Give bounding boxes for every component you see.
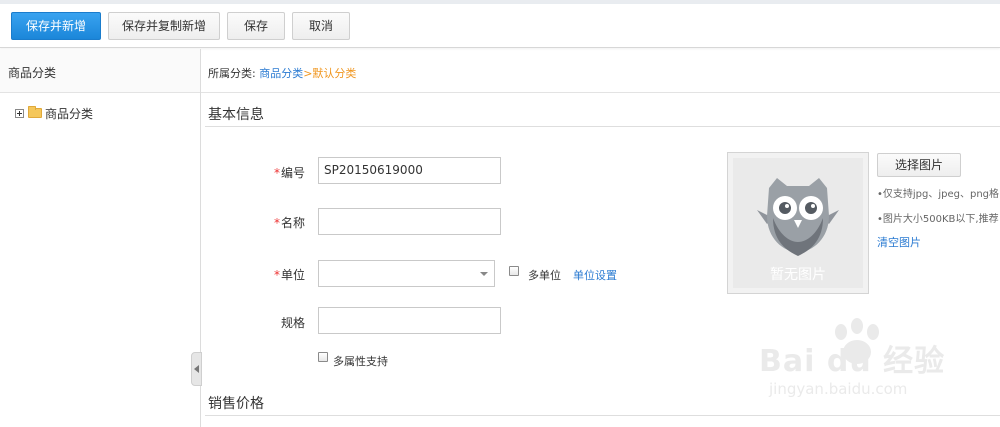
chevron-down-icon[interactable] <box>480 272 488 276</box>
tree-node-label[interactable]: 商品分类 <box>45 105 93 122</box>
code-input[interactable]: SP20150619000 <box>318 157 501 184</box>
required-mark: * <box>273 166 280 180</box>
cancel-button[interactable]: 取消 <box>292 12 350 40</box>
folder-icon <box>28 106 42 118</box>
multi-attribute-label: 多属性支持 <box>333 355 388 368</box>
name-input[interactable] <box>318 208 501 235</box>
code-label-text: 编号 <box>280 166 305 180</box>
plus-square-icon[interactable] <box>15 108 24 118</box>
sidebar-title: 商品分类 <box>8 66 57 80</box>
breadcrumb: 所属分类: 商品分类>默认分类 <box>201 49 1000 93</box>
unit-label-text: 单位 <box>280 268 305 282</box>
breadcrumb-link-goods-category[interactable]: 商品分类 <box>259 67 303 80</box>
sidebar-header: 商品分类 <box>0 49 200 93</box>
multi-unit-checkbox[interactable] <box>509 266 519 276</box>
select-image-button[interactable]: 选择图片 <box>877 153 961 177</box>
spec-label: 规格 <box>280 316 305 330</box>
category-sidebar: 商品分类 商品分类 <box>0 49 201 427</box>
save-button[interactable]: 保存 <box>227 12 285 40</box>
breadcrumb-prefix: 所属分类: <box>208 67 260 80</box>
save-and-new-button[interactable]: 保存并新增 <box>11 12 101 40</box>
name-label: *名称 <box>245 214 305 231</box>
unit-settings-link[interactable]: 单位设置 <box>573 267 617 283</box>
unit-label: *单位 <box>245 266 305 283</box>
baidu-jingyan-watermark: Bai du 经验 jingyan.baidu.com <box>757 318 997 406</box>
watermark-url: jingyan.baidu.com <box>769 380 908 398</box>
no-image-text: 暂无图片 <box>770 267 826 283</box>
required-mark: * <box>273 216 280 230</box>
image-size-hint: •图片大小500KB以下,推荐 <box>877 214 999 225</box>
section-title-basic-info: 基本信息 <box>208 107 264 123</box>
image-format-hint: •仅支持jpg、jpeg、png格 <box>877 189 1000 200</box>
product-image-box[interactable]: 暂无图片 <box>727 152 869 294</box>
clear-image-link[interactable]: 清空图片 <box>877 234 921 250</box>
section-title-sales-price: 销售价格 <box>208 396 264 412</box>
unit-select[interactable] <box>318 260 495 287</box>
section-divider <box>205 415 1000 416</box>
watermark-main-text: Bai du 经验 <box>759 344 946 379</box>
required-mark: * <box>273 268 280 282</box>
save-copy-and-new-button[interactable]: 保存并复制新增 <box>108 12 220 40</box>
toolbar: 保存并新增 保存并复制新增 保存 取消 <box>0 4 1000 48</box>
name-label-text: 名称 <box>280 216 305 230</box>
code-label: *编号 <box>245 164 305 181</box>
tree-node-goods-category[interactable]: 商品分类 <box>15 105 93 121</box>
multi-unit-label: 多单位 <box>528 269 561 282</box>
section-divider <box>205 126 1000 127</box>
multi-attribute-checkbox[interactable] <box>318 352 328 362</box>
spec-input[interactable] <box>318 307 501 334</box>
breadcrumb-current: 默认分类 <box>312 67 357 80</box>
image-placeholder: 暂无图片 <box>733 158 863 288</box>
